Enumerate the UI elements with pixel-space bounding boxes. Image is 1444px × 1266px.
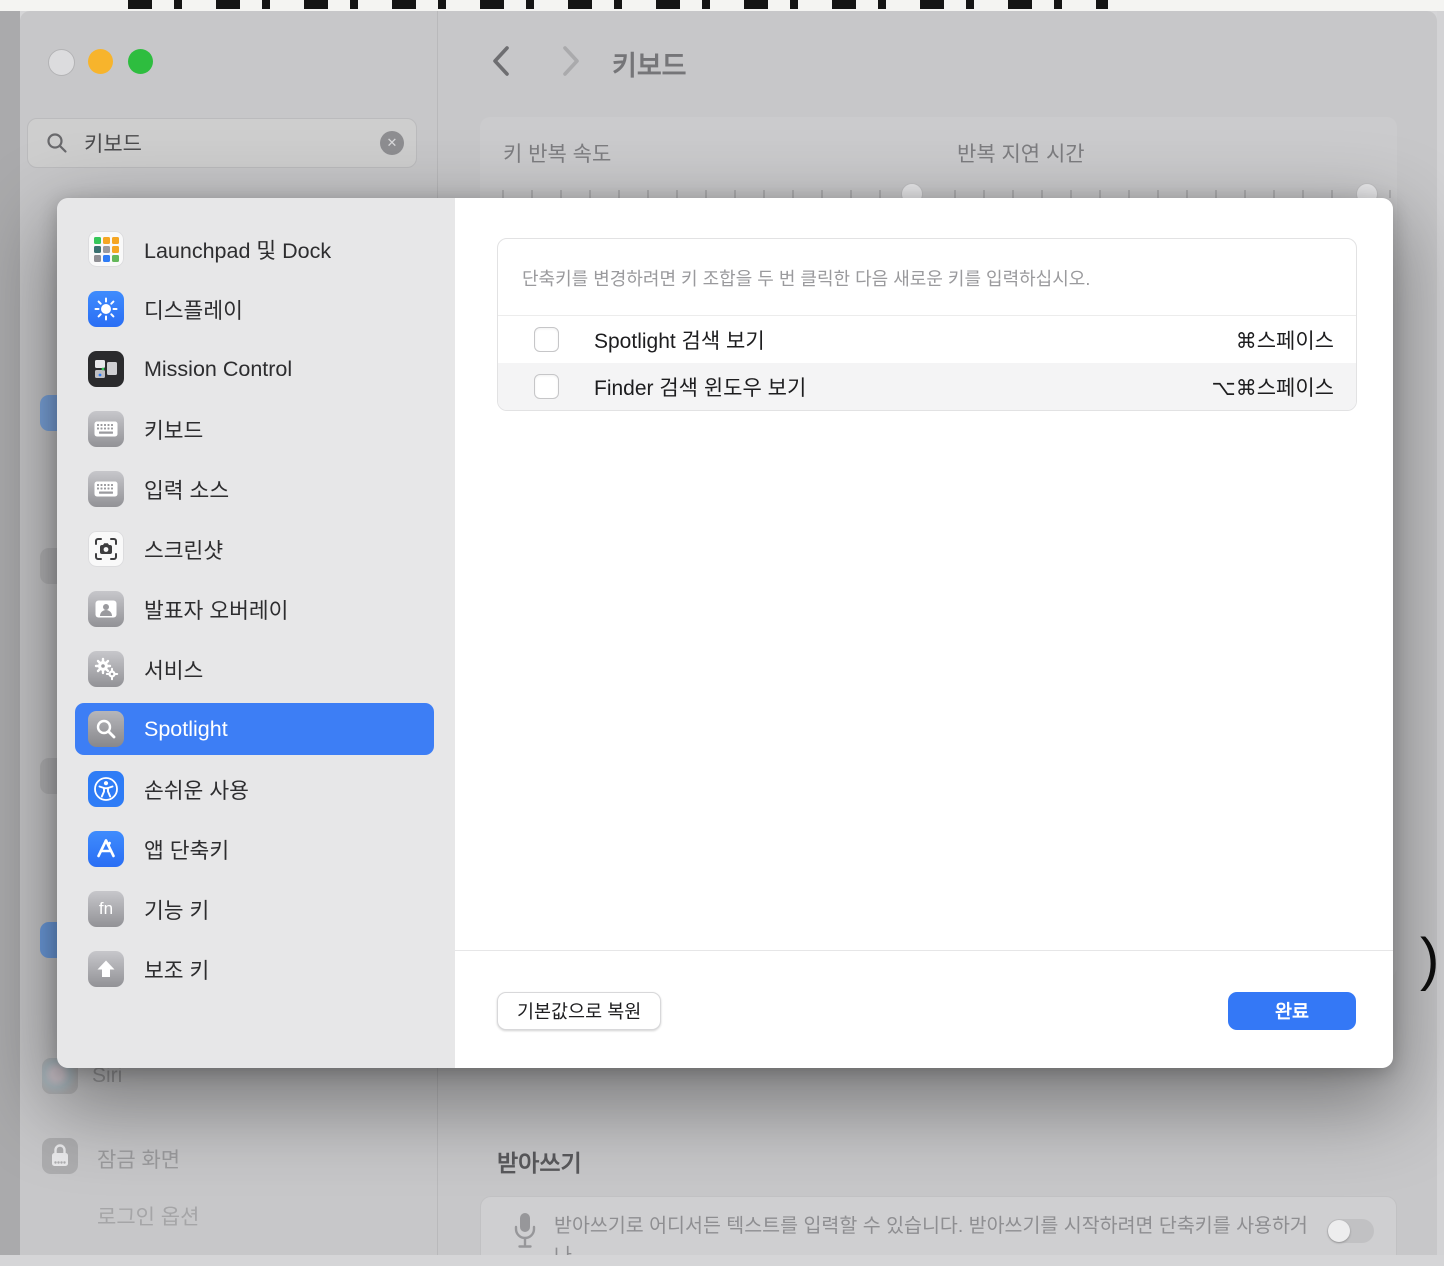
microphone-icon <box>513 1211 537 1253</box>
sidebar-item-label: Spotlight <box>144 717 228 742</box>
sidebar-item-label: 디스플레이 <box>144 294 243 325</box>
shortcut-row-spotlight-search[interactable]: Spotlight 검색 보기 ⌘스페이스 <box>498 316 1356 363</box>
key-repeat-slider-ticks <box>502 190 910 198</box>
display-icon <box>88 291 124 327</box>
dictation-toggle[interactable] <box>1327 1219 1374 1243</box>
mission-control-icon <box>88 351 124 387</box>
forward-chevron-icon[interactable] <box>558 44 584 78</box>
repeat-delay-label: 반복 지연 시간 <box>957 138 1085 168</box>
sidebar-item-label: 스크린샷 <box>144 534 223 565</box>
instruction-text: 단축키를 변경하려면 키 조합을 두 번 클릭한 다음 새로운 키를 입력하십시… <box>498 239 1356 316</box>
clipped-background-app-strip <box>0 0 1444 11</box>
dictation-panel: 받아쓰기로 어디서든 텍스트를 입력할 수 있습니다. 받아쓰기를 시작하려면 … <box>480 1196 1397 1255</box>
spotlight-shortcuts-modal: Launchpad 및 Dock 디스플레이 <box>57 198 1393 1068</box>
sidebar-item-lock-screen[interactable]: 잠금 화면 <box>97 1144 180 1174</box>
sidebar-item-label: 키보드 <box>144 414 203 445</box>
clear-search-icon[interactable]: ✕ <box>380 131 404 155</box>
desktop-left-sliver <box>0 11 20 1266</box>
services-icon <box>88 651 124 687</box>
sidebar-item-services[interactable]: 서비스 <box>75 643 434 695</box>
keyboard-icon <box>88 411 124 447</box>
page-title: 키보드 <box>612 44 687 83</box>
key-repeat-label: 키 반복 속도 <box>503 138 611 168</box>
input-sources-icon <box>88 471 124 507</box>
presenter-overlay-icon <box>88 591 124 627</box>
sidebar-item-label: 발표자 오버레이 <box>144 594 288 625</box>
footer-divider <box>455 950 1393 951</box>
clipped-text-fragments <box>128 0 1108 9</box>
sidebar-item-screenshot[interactable]: 스크린샷 <box>75 523 434 575</box>
sidebar-item-display[interactable]: 디스플레이 <box>75 283 434 335</box>
sidebar-item-app-shortcuts[interactable]: 앱 단축키 <box>75 823 434 875</box>
shortcut-row-finder-search[interactable]: Finder 검색 윈도우 보기 ⌥⌘스페이스 <box>498 363 1356 410</box>
minimize-button[interactable] <box>88 49 113 74</box>
sidebar-item-login-options[interactable]: 로그인 옵션 <box>97 1201 199 1231</box>
sidebar-item-accessibility[interactable]: 손쉬운 사용 <box>75 763 434 815</box>
sidebar-item-label: Mission Control <box>144 357 292 382</box>
settings-search-field[interactable]: ✕ <box>27 118 417 168</box>
modal-content: 단축키를 변경하려면 키 조합을 두 번 클릭한 다음 새로운 키를 입력하십시… <box>455 198 1393 1068</box>
modal-sidebar: Launchpad 및 Dock 디스플레이 <box>57 198 455 1068</box>
spotlight-search-checkbox[interactable] <box>534 327 559 352</box>
sidebar-item-input-sources[interactable]: 입력 소스 <box>75 463 434 515</box>
restore-defaults-button[interactable]: 기본값으로 복원 <box>497 992 661 1030</box>
shortcuts-group: 단축키를 변경하려면 키 조합을 두 번 클릭한 다음 새로운 키를 입력하십시… <box>497 238 1357 411</box>
desktop-bottom-strip <box>0 1255 1444 1266</box>
shortcut-keys[interactable]: ⌥⌘스페이스 <box>1212 372 1334 402</box>
close-button[interactable] <box>48 49 75 76</box>
stray-paren-glyph: ) <box>1420 926 1439 993</box>
shortcut-keys[interactable]: ⌘스페이스 <box>1236 325 1334 355</box>
back-chevron-icon[interactable] <box>488 44 514 78</box>
desktop-right-sliver <box>1437 11 1444 1266</box>
lock-icon[interactable] <box>42 1138 78 1174</box>
sidebar-item-keyboard[interactable]: 키보드 <box>75 403 434 455</box>
modifier-keys-icon <box>88 951 124 987</box>
finder-search-checkbox[interactable] <box>534 374 559 399</box>
sidebar-item-label: 기능 키 <box>144 894 209 925</box>
launchpad-icon <box>88 231 124 267</box>
function-keys-icon: fn <box>88 891 124 927</box>
sidebar-item-mission-control[interactable]: Mission Control <box>75 343 434 395</box>
sidebar-item-label: 앱 단축키 <box>144 834 229 865</box>
sidebar-item-label: 손쉬운 사용 <box>144 774 249 805</box>
dictation-title: 받아쓰기 <box>497 1144 582 1178</box>
sidebar-item-function-keys[interactable]: fn 기능 키 <box>75 883 434 935</box>
search-input[interactable] <box>82 130 366 156</box>
search-icon <box>46 132 68 154</box>
screenshot-icon <box>88 531 124 567</box>
app-shortcuts-icon <box>88 831 124 867</box>
repeat-delay-slider-ticks <box>954 190 1392 198</box>
sidebar-item-label: 서비스 <box>144 654 203 685</box>
sidebar-item-modifier-keys[interactable]: 보조 키 <box>75 943 434 995</box>
sidebar-item-presenter-overlay[interactable]: 발표자 오버레이 <box>75 583 434 635</box>
accessibility-icon <box>88 771 124 807</box>
sidebar-item-label: 입력 소스 <box>144 474 229 505</box>
sidebar-item-spotlight[interactable]: Spotlight <box>75 703 434 755</box>
sidebar-item-label: 보조 키 <box>144 954 209 985</box>
spotlight-icon <box>88 711 124 747</box>
shortcut-label: Spotlight 검색 보기 <box>594 325 1201 355</box>
sidebar-item-launchpad-dock[interactable]: Launchpad 및 Dock <box>75 223 434 275</box>
done-button[interactable]: 완료 <box>1228 992 1356 1030</box>
sidebar-item-label: Launchpad 및 Dock <box>144 234 331 265</box>
zoom-button[interactable] <box>128 49 153 74</box>
dictation-description: 받아쓰기로 어디서든 텍스트를 입력할 수 있습니다. 받아쓰기를 시작하려면 … <box>554 1211 1324 1255</box>
shortcut-label: Finder 검색 윈도우 보기 <box>594 372 1177 402</box>
